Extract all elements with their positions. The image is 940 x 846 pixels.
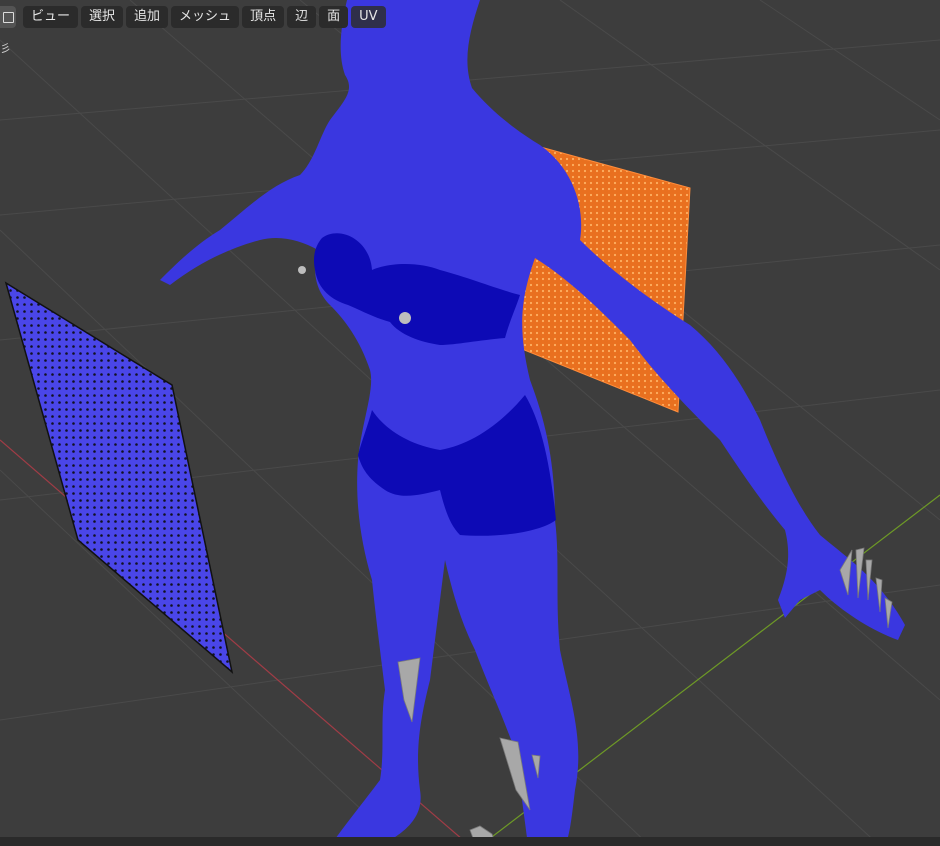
menu-select[interactable]: 選択 — [81, 6, 124, 28]
menu-uv[interactable]: UV — [351, 6, 386, 28]
menu-add[interactable]: 追加 — [126, 6, 169, 28]
3d-viewport[interactable]: ビュー 選択 追加 メッシュ 頂点 辺 面 UV 彡 — [0, 0, 940, 846]
viewport-side-text: 彡 — [0, 42, 11, 55]
character-body[interactable] — [160, 0, 905, 846]
viewport-header: ビュー 選択 追加 メッシュ 頂点 辺 面 UV — [0, 4, 386, 30]
viewport-bottom-edge — [0, 837, 940, 846]
menu-face[interactable]: 面 — [319, 6, 349, 28]
menu-vertex[interactable]: 頂点 — [242, 6, 285, 28]
menu-view[interactable]: ビュー — [23, 6, 79, 28]
menu-mesh[interactable]: メッシュ — [171, 6, 240, 28]
menu-edge[interactable]: 辺 — [287, 6, 317, 28]
edit-mode-cube-icon — [2, 11, 14, 23]
edit-mode-button[interactable] — [0, 6, 16, 28]
blue-plane[interactable] — [4, 281, 234, 675]
viewport-scene[interactable] — [0, 0, 940, 846]
